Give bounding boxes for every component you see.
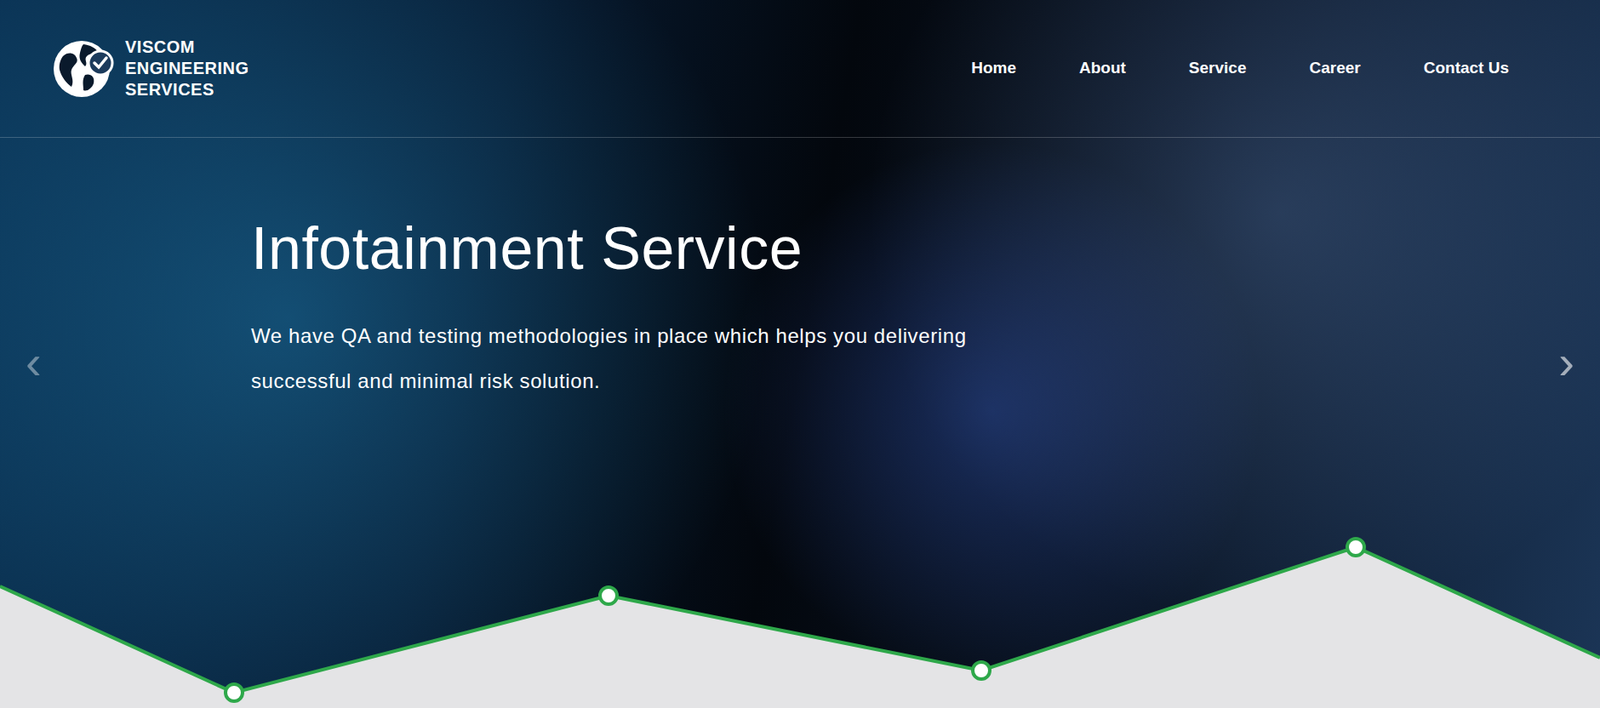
logo-text: VISCOMENGINEERINGSERVICES (125, 36, 250, 101)
prev-arrow[interactable]: ‹ (25, 338, 42, 387)
slide-title: Infotainment Service (251, 217, 1600, 280)
zigzag-decoration (0, 536, 1600, 708)
slide-text: We have QA and testing methodologies in … (251, 313, 975, 404)
main-nav: Home About Service Career Contact Us (971, 56, 1509, 81)
logo-line: SERVICES (125, 79, 250, 101)
site-header: VISCOMENGINEERINGSERVICES Home About Servi… (0, 0, 1600, 138)
globe-icon (51, 37, 118, 101)
logo-line: VISCOM (125, 36, 250, 58)
next-arrow[interactable]: › (1558, 338, 1575, 387)
nav-link[interactable]: Contact Us (1423, 56, 1509, 81)
nav-link[interactable]: About (1079, 56, 1126, 81)
nav-link[interactable]: Home (971, 56, 1017, 81)
nav-link[interactable]: Career (1308, 56, 1360, 81)
slide-content: Infotainment Service We have QA and testi… (0, 137, 1600, 404)
logo[interactable]: VISCOMENGINEERINGSERVICES (51, 36, 250, 101)
logo-line: ENGINEERING (125, 57, 250, 80)
nav-link[interactable]: Service (1188, 56, 1247, 81)
hero-section: VISCOMENGINEERINGSERVICES Home About Servi… (0, 0, 1600, 708)
